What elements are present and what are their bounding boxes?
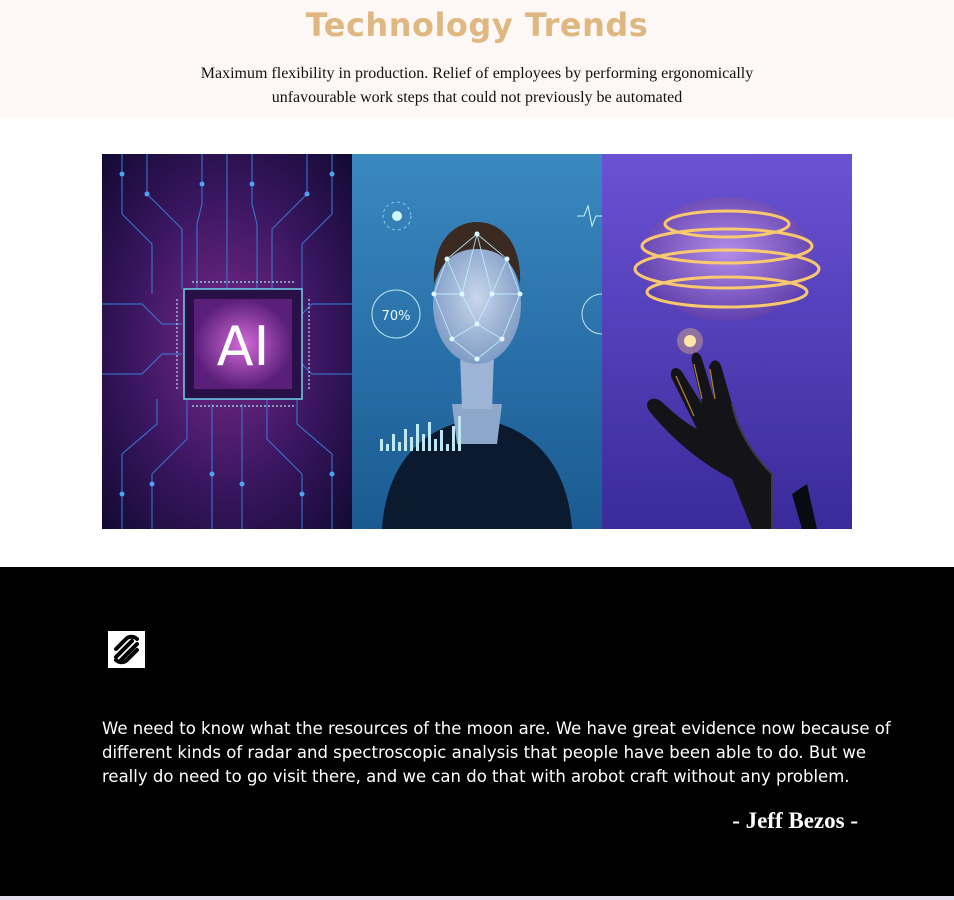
footer-divider	[0, 896, 954, 900]
quote-author: - Jeff Bezos -	[732, 808, 858, 833]
page-subtitle: Maximum flexibility in production. Relie…	[200, 65, 754, 106]
face-scan-badge: 70%	[382, 309, 411, 324]
chip-text: AI	[217, 315, 270, 378]
image-gallery: AI 70%	[102, 154, 852, 529]
face-recognition-image: 70%	[352, 154, 602, 529]
robot-hand-brain-image	[602, 154, 852, 529]
quote-text: We need to know what the resources of th…	[102, 719, 891, 786]
page-title: Technology Trends	[305, 6, 649, 44]
header-section: Technology Trends Maximum flexibility in…	[0, 0, 954, 117]
ai-chip-image: AI	[102, 154, 352, 529]
squarespace-logo-icon	[108, 631, 145, 668]
